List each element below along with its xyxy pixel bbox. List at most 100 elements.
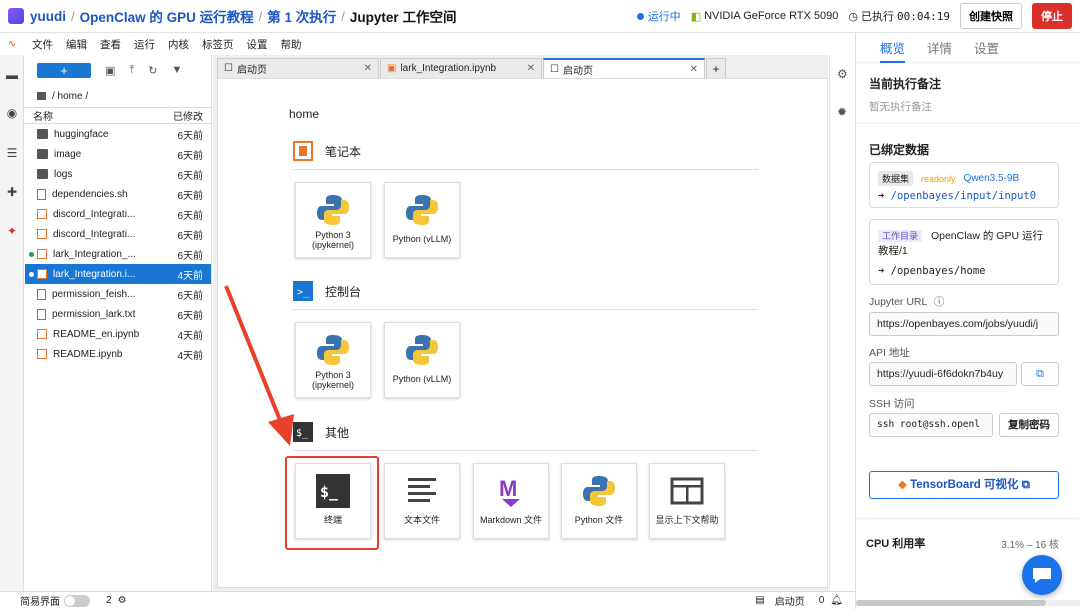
file-row[interactable]: lark_Integration_... 6天前 [25,244,211,264]
file-name: discord_Integrati... [53,208,136,220]
chat-support-button[interactable] [1022,555,1062,595]
column-name[interactable]: 名称 [33,108,173,123]
close-icon[interactable]: ✕ [364,63,372,74]
breadcrumb-run[interactable]: 第 1 次执行 [267,6,336,26]
file-row[interactable]: discord_Integrati... 6天前 [25,224,211,244]
property-inspector-icon[interactable]: ⚙ [837,67,848,81]
launcher-card-vllm-notebook[interactable]: Python (vLLM) [384,182,460,258]
workdir-card[interactable]: 工作目录 OpenClaw 的 GPU 运行教程/1 ➜ /openbayes/… [869,219,1059,285]
copy-password-button[interactable]: 复制密码 [999,413,1059,437]
chat-icon [1033,568,1051,583]
file-icon [37,188,46,200]
file-modified: 4天前 [177,350,203,362]
ssh-command-field[interactable]: ssh root@ssh.openl [869,413,993,437]
tab-lark-notebook[interactable]: ▣ lark_Integration.ipynb ✕ [380,58,542,78]
simple-mode-label: 简易界面 [20,597,60,608]
close-icon[interactable]: ✕ [690,64,698,75]
menu-edit[interactable]: 编辑 [66,37,87,52]
tab-overview[interactable]: 概览 [880,38,906,63]
section-console: >_ 控制台 [293,281,361,301]
breadcrumb-path: / home / [25,85,211,107]
clock-icon: ◷ [848,10,859,23]
cpu-value: 3.1% – 16 核 [1001,540,1059,551]
keyboard-icon[interactable]: ▤ [755,595,764,606]
launcher-card-text-file[interactable]: 文本文件 [384,463,460,539]
launcher-card-terminal[interactable]: $_ 终端 [295,463,371,539]
folder-icon[interactable]: ▬ [6,69,18,81]
debugger-bug-icon[interactable]: ✹ [837,105,847,119]
debugger-icon[interactable]: ✦ [6,225,18,237]
tab-details[interactable]: 详情 [927,38,952,57]
api-url-field[interactable]: https://yuudi-6f6dokn7b4uy [869,362,1017,386]
launcher-card-python3-notebook[interactable]: Python 3 (ipykernel) [295,182,371,258]
new-folder-icon[interactable]: ▣ [105,64,115,77]
folder-icon [37,129,48,139]
launcher-path: home [289,107,320,121]
simple-mode-toggle[interactable] [64,594,90,607]
file-name: lark_Integration.i... [53,268,136,280]
filter-icon[interactable]: ▼ [172,64,183,76]
open-link-icon[interactable]: ⧉ [1021,362,1059,386]
menu-view[interactable]: 查看 [100,37,121,52]
menu-run[interactable]: 运行 [134,37,155,52]
create-snapshot-button[interactable]: 创建快照 [960,3,1022,29]
launcher-card-vllm-console[interactable]: Python (vLLM) [384,322,460,398]
refresh-icon[interactable]: ↻ [148,64,157,77]
menu-file[interactable]: 文件 [32,37,53,52]
folder-icon [37,169,48,179]
new-launcher-button[interactable]: + [37,62,91,78]
bound-data-title: 已绑定数据 [869,143,930,157]
launcher-card-python-file[interactable]: Python 文件 [561,463,637,539]
file-row[interactable]: permission_feish... 6天前 [25,284,211,304]
breadcrumb-project[interactable]: OpenClaw 的 GPU 运行教程 [80,6,254,26]
file-row[interactable]: image 6天前 [25,144,211,164]
launcher-card-markdown[interactable]: M Markdown 文件 [473,463,549,539]
file-row[interactable]: README_en.ipynb 4天前 [25,324,211,344]
running-dot-icon [29,271,34,277]
menu-settings[interactable]: 设置 [247,37,268,52]
file-name: image [54,148,82,160]
file-row[interactable]: huggingface 6天前 [25,124,211,144]
file-name: README.ipynb [53,348,123,360]
close-icon[interactable]: ✕ [527,63,535,74]
file-browser: + ▣ ⤒ ↻ ▼ / home / 名称 已修改 huggingface 6天前… [25,55,212,591]
launcher-card-python3-console[interactable]: Python 3 (ipykernel) [295,322,371,398]
tab-settings[interactable]: 设置 [974,38,999,57]
python-icon [583,476,615,506]
menu-kernel[interactable]: 内核 [168,37,189,52]
python-icon [317,195,349,225]
file-row[interactable]: README.ipynb 4天前 [25,344,211,364]
kernel-count: 2 [106,595,112,606]
tab-launcher-1[interactable]: ☐ 启动页 ✕ [217,58,379,78]
file-row[interactable]: dependencies.sh 6天前 [25,184,211,204]
tensorboard-button[interactable]: ◆ TensorBoard 可视化 ⧉ [869,471,1059,499]
menu-help[interactable]: 帮助 [281,37,302,52]
bell-icon[interactable]: 🔔︎ [830,595,843,606]
menu-tabs[interactable]: 标签页 [202,37,234,52]
workdir-path: /openbayes/home [890,265,986,277]
tensorboard-icon: ◆ [898,479,907,491]
column-modified[interactable]: 已修改 [173,108,203,123]
dataset-name[interactable]: Qwen3.5-9B [964,173,1020,184]
horizontal-scrollbar[interactable] [856,600,1080,606]
toc-icon[interactable]: ☰ [6,147,18,159]
file-row[interactable]: discord_Integrati... 6天前 [25,204,211,224]
file-row[interactable]: logs 6天前 [25,164,211,184]
dataset-card[interactable]: 数据集 readonly Qwen3.5-9B ➜ /openbayes/inp… [869,162,1059,208]
launcher-card-context-help[interactable]: 显示上下文帮助 [649,463,725,539]
running-icon[interactable]: ◉ [6,107,18,119]
note-title: 当前执行备注 [869,77,942,91]
readonly-tag: readonly [921,173,956,184]
breadcrumb-user[interactable]: yuudi [30,9,66,24]
stop-button[interactable]: 停止 [1032,3,1072,29]
file-toolbar: + ▣ ⤒ ↻ ▼ [25,55,211,85]
file-row[interactable]: permission_lark.txt 6天前 [25,304,211,324]
tab-launcher-2[interactable]: ☐ 启动页 ✕ [543,58,705,78]
upload-icon[interactable]: ⤒ [129,64,134,77]
file-row[interactable]: lark_Integration.i... 4天前 [25,264,211,284]
extension-icon[interactable]: ✚ [6,186,18,198]
jupyter-url-field[interactable]: https://openbayes.com/jobs/yuudi/j [869,312,1059,336]
new-tab-button[interactable]: + [706,58,726,78]
kernel-status-icon[interactable]: ⚙ [118,595,127,606]
tab-bar: ☐ 启动页 ✕ ▣ lark_Integration.ipynb ✕ ☐ 启动页 ✕ + [217,58,727,78]
